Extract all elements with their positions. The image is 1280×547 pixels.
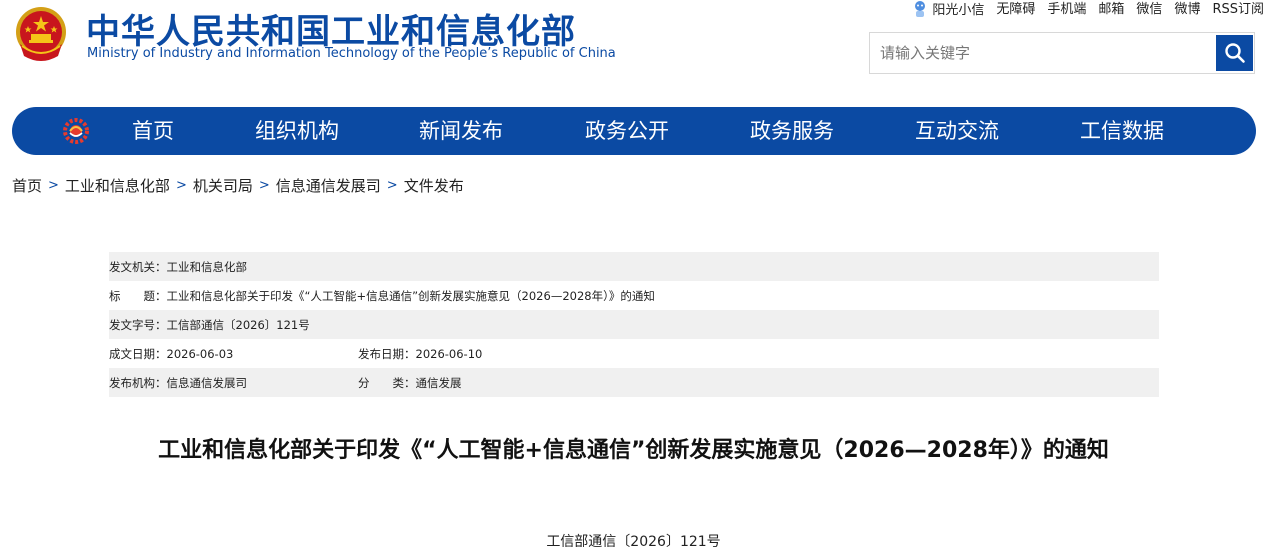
top-link-rss[interactable]: RSS订阅	[1206, 1, 1270, 19]
meta-label: 发文机关：	[109, 259, 167, 274]
document-meta-table: 发文机关： 工业和信息化部 标 题： 工业和信息化部关于印发《“人工智能+信息通…	[109, 252, 1159, 397]
robot-mascot-icon	[915, 1, 926, 17]
top-link-weibo[interactable]: 微博	[1168, 1, 1206, 19]
meta-value-created: 2026-06-03	[166, 346, 234, 361]
meta-cell: 发文机关： 工业和信息化部	[109, 252, 247, 281]
meta-value-title: 工业和信息化部关于印发《“人工智能+信息通信”创新发展实施意见（2026—202…	[166, 288, 655, 303]
site-header: 中华人民共和国工业和信息化部 Ministry of Industry and …	[0, 0, 1280, 100]
main-nav: 首页 组织机构 新闻发布 政务公开 政务服务 互动交流 工信数据	[12, 107, 1256, 155]
search-input[interactable]	[870, 33, 1214, 73]
meta-cell: 发文字号： 工信部通信〔2026〕121号	[109, 310, 310, 339]
top-link-accessibility[interactable]: 无障碍	[990, 1, 1041, 19]
search-box	[869, 32, 1255, 74]
meta-label: 发文字号：	[109, 317, 167, 332]
breadcrumb-item[interactable]: 文件发布	[404, 175, 464, 196]
top-link-wechat[interactable]: 微信	[1130, 1, 1168, 19]
meta-value-issuer: 工业和信息化部	[166, 259, 248, 274]
nav-item-services[interactable]: 政务服务	[750, 107, 834, 155]
nav-item-news[interactable]: 新闻发布	[419, 107, 503, 155]
top-links: 阳光小信 无障碍 手机端 邮箱 微信 微博 RSS订阅	[906, 0, 1270, 20]
meta-cell: 发布日期： 2026-06-10	[358, 339, 482, 368]
meta-label: 发布机构：	[109, 375, 167, 390]
national-emblem-icon[interactable]	[12, 4, 70, 66]
meta-row-dates: 成文日期： 2026-06-03 发布日期： 2026-06-10	[109, 339, 1159, 368]
document-heading: 工业和信息化部关于印发《“人工智能+信息通信”创新发展实施意见（2026—202…	[158, 438, 1109, 463]
document-number: 工信部通信〔2026〕121号	[546, 534, 721, 547]
breadcrumb-separator-icon: >	[48, 177, 59, 193]
breadcrumb: 首页 > 工业和信息化部 > 机关司局 > 信息通信发展司 > 文件发布	[12, 175, 464, 195]
miit-logo-icon[interactable]	[59, 114, 93, 148]
nav-item-data[interactable]: 工信数据	[1080, 107, 1164, 155]
site-title-en[interactable]: Ministry of Industry and Information Tec…	[87, 46, 616, 61]
breadcrumb-item[interactable]: 首页	[12, 175, 42, 196]
breadcrumb-separator-icon: >	[175, 177, 187, 193]
meta-cell: 成文日期： 2026-06-03	[109, 339, 358, 368]
search-icon	[1224, 43, 1245, 63]
meta-cell: 分 类： 通信发展	[358, 368, 462, 397]
meta-cell: 标 题： 工业和信息化部关于印发《“人工智能+信息通信”创新发展实施意见（202…	[109, 281, 655, 310]
meta-label: 标 题：	[109, 288, 167, 303]
nav-item-home[interactable]: 首页	[132, 107, 174, 155]
breadcrumb-separator-icon: >	[258, 177, 270, 193]
meta-value-published: 2026-06-10	[415, 346, 483, 361]
breadcrumb-item[interactable]: 信息通信发展司	[276, 175, 381, 196]
nav-item-interaction[interactable]: 互动交流	[915, 107, 999, 155]
top-link-mobile[interactable]: 手机端	[1041, 1, 1092, 19]
meta-value-org: 信息通信发展司	[166, 375, 248, 390]
top-link-sunshine[interactable]: 阳光小信	[906, 0, 990, 20]
meta-label: 发布日期：	[358, 346, 416, 361]
meta-row-issuer: 发文机关： 工业和信息化部	[109, 252, 1159, 281]
meta-cell: 发布机构： 信息通信发展司	[109, 368, 358, 397]
nav-item-organization[interactable]: 组织机构	[255, 107, 339, 155]
breadcrumb-separator-icon: >	[386, 177, 398, 193]
meta-label: 分 类：	[358, 375, 416, 390]
meta-value-doc-no: 工信部通信〔2026〕121号	[166, 317, 310, 332]
meta-label: 成文日期：	[109, 346, 167, 361]
search-button[interactable]	[1216, 35, 1253, 71]
meta-row-org: 发布机构： 信息通信发展司 分 类： 通信发展	[109, 368, 1159, 397]
breadcrumb-item[interactable]: 机关司局	[193, 175, 253, 196]
top-link-mail[interactable]: 邮箱	[1092, 1, 1130, 19]
meta-value-category: 通信发展	[415, 375, 462, 390]
nav-item-government-affairs[interactable]: 政务公开	[585, 107, 669, 155]
meta-row-doc-no: 发文字号： 工信部通信〔2026〕121号	[109, 310, 1159, 339]
meta-row-title: 标 题： 工业和信息化部关于印发《“人工智能+信息通信”创新发展实施意见（202…	[109, 281, 1159, 310]
breadcrumb-item[interactable]: 工业和信息化部	[65, 175, 170, 196]
top-link-label: 阳光小信	[932, 3, 985, 18]
